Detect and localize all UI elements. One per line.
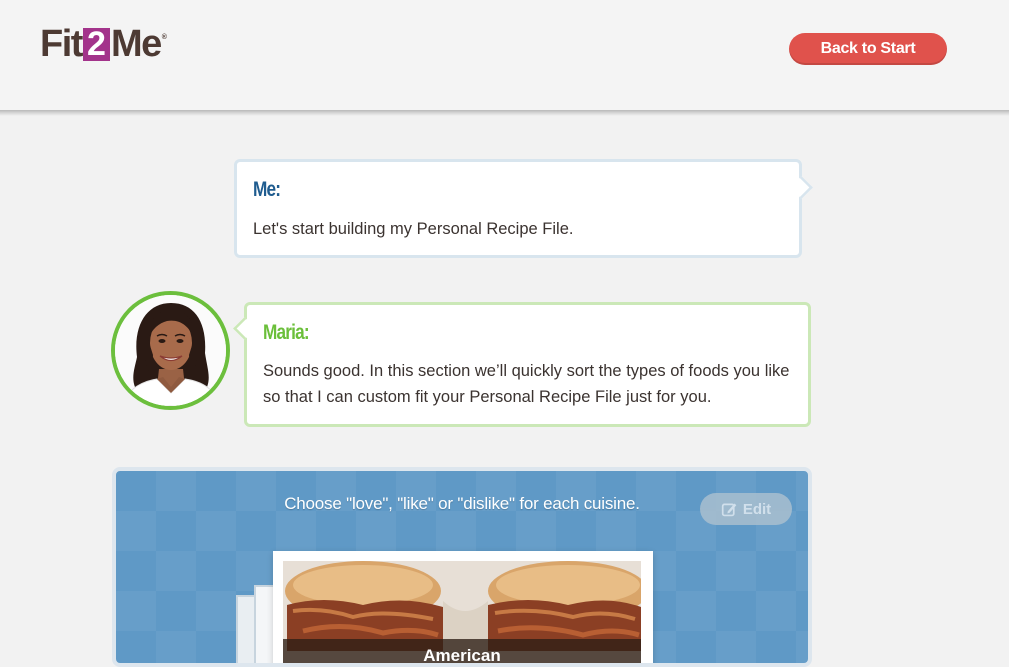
- logo-text-me: Me: [110, 23, 162, 65]
- fit2me-logo[interactable]: Fit 2 Me ®: [40, 24, 167, 64]
- logo-registered-mark: ®: [161, 34, 167, 41]
- cuisine-selection-panel: Choose "love", "like" or "dislike" for e…: [112, 467, 812, 667]
- edit-pencil-icon: [721, 503, 737, 516]
- me-speaker-label: Me:: [253, 178, 281, 201]
- logo-text-fit: Fit: [40, 23, 83, 65]
- maria-message-text: Sounds good. In this section we’ll quick…: [263, 362, 790, 406]
- maria-avatar: [111, 291, 230, 410]
- cuisine-card-label: American: [283, 639, 641, 663]
- edit-button-label: Edit: [742, 500, 772, 518]
- maria-speech-bubble: Maria: Sounds good. In this section we’l…: [244, 302, 811, 427]
- back-to-start-button[interactable]: Back to Start: [789, 33, 947, 65]
- me-speech-bubble: Me: Let's start building my Personal Rec…: [234, 159, 802, 258]
- edit-button[interactable]: Edit: [700, 493, 792, 525]
- logo-text-2: 2: [82, 27, 110, 61]
- me-message-text: Let's start building my Personal Recipe …: [253, 220, 574, 238]
- header-divider: [0, 110, 1009, 116]
- maria-speaker-label: Maria:: [263, 321, 310, 344]
- top-header: Fit 2 Me ® Back to Start: [0, 0, 1009, 110]
- cuisine-card[interactable]: American: [273, 551, 653, 663]
- maria-avatar-photo: [115, 295, 226, 406]
